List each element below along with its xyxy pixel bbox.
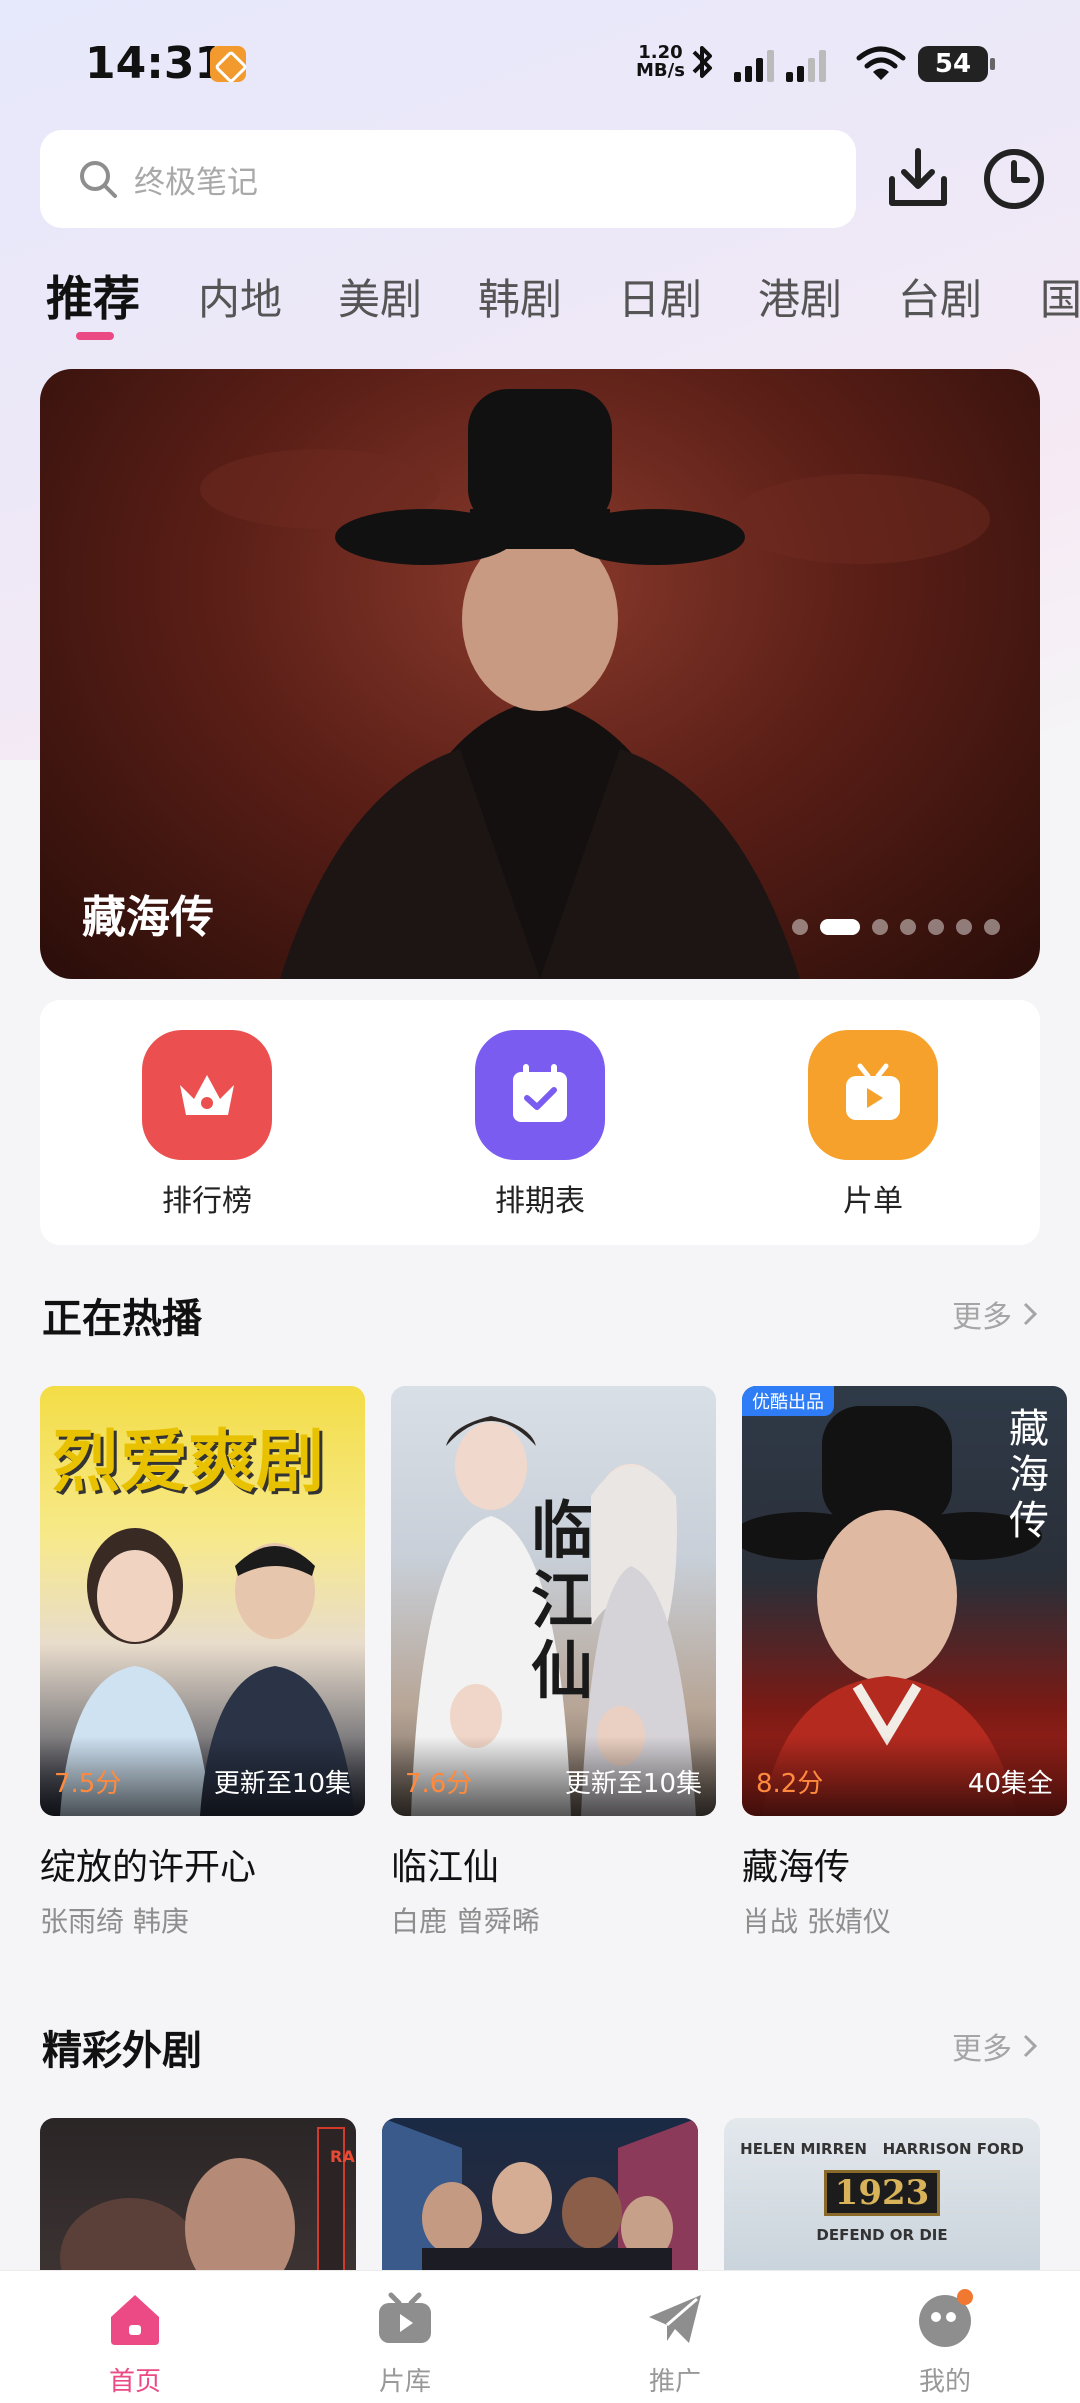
banner-pagination	[792, 919, 1000, 935]
nav-library[interactable]: 片库	[335, 2289, 475, 2398]
drama-card[interactable]: 烈爱爽剧 7.5分 更新至10集 绽放的许开心 张雨绮 韩庚	[40, 1386, 365, 1940]
card-cast: 张雨绮 韩庚	[40, 1905, 189, 1938]
nav-promote-label: 推广	[648, 2367, 701, 2397]
update-status: 更新至10集	[213, 1769, 351, 1799]
drama-card[interactable]: 临江仙 7.6分 更新至10集 临江仙 白鹿 曾舜晞	[391, 1386, 716, 1940]
foreign-section-title: 精彩外剧	[42, 2028, 202, 2074]
foreign-more-link[interactable]: 更多	[952, 2024, 1038, 2068]
poster-image	[382, 2118, 698, 2278]
tab-recommended[interactable]: 推荐	[46, 260, 140, 329]
battery-icon: 54	[918, 46, 995, 82]
hot-more-link[interactable]: 更多	[952, 1292, 1038, 1336]
network-speed-unit: MB/s	[636, 60, 685, 81]
hot-more-label: 更多	[952, 1300, 1012, 1335]
pagination-dot	[956, 919, 972, 935]
score-badge: 7.5分	[54, 1769, 122, 1799]
card-title: 绽放的许开心	[40, 1847, 257, 1888]
poster-credits: HELEN MIRREN HARRISON FORD	[740, 2140, 1024, 2158]
foreign-drama-poster[interactable]: HELEN MIRREN HARRISON FORD 1923 DEFEND O…	[724, 2118, 1040, 2278]
poster-image	[60, 2127, 345, 2278]
tab-mainland[interactable]: 内地	[198, 266, 282, 327]
poster-tagline: DEFEND OR DIE	[816, 2226, 948, 2244]
poster-image: 临江仙 7.6分 更新至10集	[391, 1386, 716, 1816]
status-bar: 14:31 1.20 MB/s 54	[0, 0, 1080, 130]
nav-promote[interactable]: 推广	[605, 2289, 745, 2398]
pagination-dot	[900, 919, 916, 935]
network-speed: 1.20 MB/s	[636, 44, 685, 80]
pagination-dot	[928, 919, 944, 935]
foreign-drama-poster[interactable]: RADIO	[40, 2118, 356, 2278]
tab-us[interactable]: 美剧	[338, 266, 422, 327]
card-cast: 白鹿 曾舜晞	[391, 1905, 540, 1938]
ranking-button[interactable]: 排行榜	[97, 1030, 317, 1220]
playlist-button[interactable]: 片单	[763, 1030, 983, 1220]
download-icon[interactable]	[884, 145, 952, 213]
hot-section-title: 正在热播	[42, 1296, 202, 1342]
playlist-label: 片单	[843, 1184, 903, 1219]
paper-plane-icon	[649, 2295, 701, 2343]
crown-icon	[142, 1030, 272, 1160]
search-placeholder: 终极笔记	[134, 164, 258, 201]
history-icon[interactable]	[980, 145, 1048, 213]
search-icon	[80, 161, 117, 198]
nav-home[interactable]: 首页	[65, 2289, 205, 2398]
card-cast: 肖战 张婧仪	[742, 1905, 891, 1938]
app-notification-icon	[210, 46, 246, 82]
pagination-dot-active	[820, 919, 860, 935]
library-icon	[379, 2292, 431, 2343]
nav-home-label: 首页	[108, 2367, 161, 2397]
status-time: 14:31	[85, 38, 226, 89]
poster-text: 藏海传	[1009, 1406, 1049, 1544]
category-tabs: 推荐 内地 美剧 韩剧 日剧 港剧 台剧 国	[0, 258, 1080, 348]
featured-banner[interactable]: 藏海传	[40, 369, 1040, 979]
foreign-drama-poster[interactable]	[382, 2118, 698, 2278]
poster-title: 1923	[824, 2170, 940, 2216]
tab-active-indicator	[76, 332, 114, 340]
tab-domestic[interactable]: 国	[1040, 266, 1080, 327]
wifi-icon	[856, 46, 906, 80]
poster-image: 烈爱爽剧 7.5分 更新至10集	[40, 1386, 365, 1816]
update-status: 更新至10集	[564, 1769, 702, 1799]
poster-text: RADIO	[330, 2147, 356, 2166]
ranking-label: 排行榜	[162, 1184, 252, 1219]
poster-text: 临江仙	[531, 1494, 594, 1707]
schedule-label: 排期表	[495, 1184, 585, 1219]
pagination-dot	[984, 919, 1000, 935]
badge-label: 优酷出品	[742, 1386, 834, 1416]
tab-japan[interactable]: 日剧	[618, 266, 702, 327]
banner-title: 藏海传	[82, 892, 214, 943]
search-input[interactable]: 终极笔记	[40, 130, 856, 228]
score-badge: 7.6分	[405, 1769, 473, 1799]
card-title: 藏海传	[742, 1847, 851, 1888]
profile-icon	[919, 2289, 973, 2347]
poster-image: 优酷出品 藏海传 8.2分 40集全	[742, 1386, 1067, 1816]
pagination-dot	[872, 919, 888, 935]
chevron-right-icon	[1023, 1302, 1038, 1326]
signal-icon-sim1	[734, 48, 774, 82]
schedule-button[interactable]: 排期表	[430, 1030, 650, 1220]
tab-taiwan[interactable]: 台剧	[898, 266, 982, 327]
chevron-right-icon	[1023, 2034, 1038, 2058]
tv-play-icon	[808, 1030, 938, 1160]
nav-profile-label: 我的	[918, 2367, 971, 2397]
nav-profile[interactable]: 我的	[875, 2289, 1015, 2398]
quick-entry-panel: 排行榜 排期表 片单	[40, 1000, 1040, 1245]
bottom-navigation: 首页 片库 推广 我的	[0, 2270, 1080, 2403]
drama-card[interactable]: 优酷出品 藏海传 8.2分 40集全 藏海传 肖战 张婧仪	[742, 1386, 1067, 1940]
signal-icon-sim2	[786, 48, 826, 82]
nav-library-label: 片库	[378, 2367, 431, 2397]
tab-hongkong[interactable]: 港剧	[758, 266, 842, 327]
card-title: 临江仙	[391, 1847, 500, 1888]
bluetooth-icon	[692, 46, 712, 78]
poster-text: 烈爱爽剧	[52, 1423, 325, 1502]
update-status: 40集全	[967, 1769, 1053, 1799]
score-badge: 8.2分	[756, 1769, 824, 1799]
pagination-dot	[792, 919, 808, 935]
foreign-more-label: 更多	[952, 2032, 1012, 2067]
home-icon	[111, 2295, 159, 2345]
tab-korea[interactable]: 韩剧	[478, 266, 562, 327]
calendar-icon	[475, 1030, 605, 1160]
